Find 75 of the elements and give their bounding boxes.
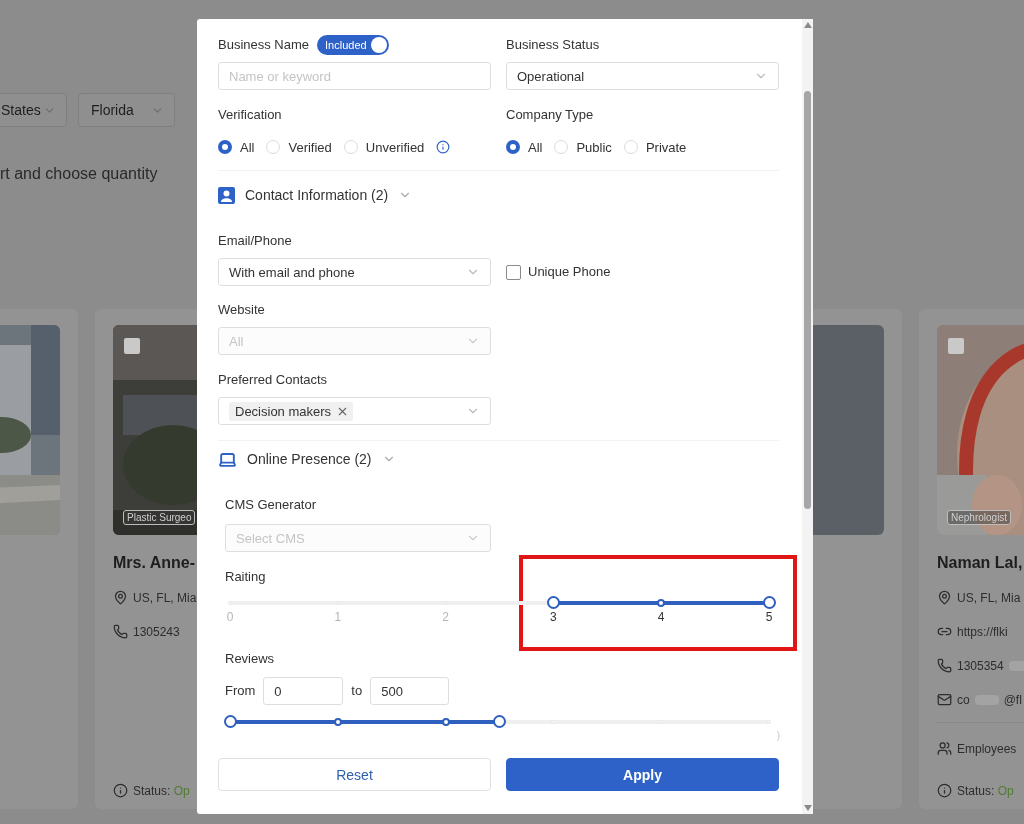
slider-handle[interactable] [546,596,560,609]
phone-text: 1305243 [133,624,180,639]
to-input[interactable]: 500 [370,677,450,705]
mail-icon [937,692,952,707]
scale-label: 2 [442,610,449,624]
business-name: Naman Lal, [937,554,1024,572]
field-label: Raiting [225,568,267,586]
card-checkbox[interactable] [948,338,964,354]
scrollbar-thumb[interactable] [804,91,811,509]
filter-select[interactable]: Florida [78,93,175,127]
phone-icon [113,624,128,639]
slider-handle[interactable] [223,715,237,728]
phone-text: 1305354 [957,658,1004,673]
radio-option[interactable]: Unverified [343,139,425,155]
field-label: From [225,682,256,700]
field-label: Website [218,301,266,319]
email-text: co [957,692,970,707]
from-input[interactable]: 0 [263,677,344,705]
radio-option[interactable]: All [506,139,543,155]
field-label: Business Name [218,36,310,54]
contact-card-icon [218,186,235,204]
radio-option[interactable]: Verified [266,139,332,155]
included-toggle[interactable]: Included [317,35,389,55]
location-text: US, FL, Mia [133,590,197,605]
instruction-text: rt and choose quantity [0,165,159,183]
location-text: US, FL, Mia [957,590,1021,605]
field-label: to [351,682,363,700]
scroll-down-icon[interactable] [804,805,812,811]
section-title[interactable]: Online Presence (2) [247,451,372,467]
radio-option[interactable]: Public [554,139,612,155]
phone-icon [937,658,952,673]
status-text: Status: Op [957,783,1014,798]
selected-tag[interactable]: Decision makers [229,401,354,421]
slider-handle[interactable] [493,715,506,728]
info-icon [937,783,952,798]
reset-button[interactable]: Reset [218,758,491,791]
filter-select[interactable]: States [0,93,67,127]
field-label: Reviews [225,650,276,668]
scale-label: 0 [226,610,234,624]
email-text: @fl [1003,692,1022,707]
section-title[interactable]: Contact Information (2) [245,187,389,203]
contacts-select[interactable]: Decision makers [218,397,491,425]
name-input[interactable]: Name or keyword [218,62,491,90]
people-icon [937,741,952,756]
info-icon [113,783,128,798]
field-label: Email/Phone [218,232,293,250]
field-label: CMS Generator [225,496,318,514]
employees-text: Employees [957,741,1017,756]
scale-label: 4 [657,610,665,624]
specialty-tag: Nephrologist [947,510,1012,525]
checkbox-label: Unique Phone [528,263,611,281]
checkbox[interactable] [506,264,521,280]
radio-option[interactable]: Private [623,139,687,155]
field-label: Verification [218,106,283,124]
status-text: Status: Op [133,783,190,798]
slider-handle[interactable] [762,596,776,609]
location-icon [113,590,128,605]
apply-button[interactable]: Apply [506,758,779,791]
scale-label: ) [776,730,780,741]
card-checkbox[interactable] [124,338,140,354]
field-label: Company Type [506,106,595,124]
scroll-up-icon[interactable] [804,22,812,28]
info-icon[interactable] [436,140,451,154]
location-icon [937,590,952,605]
website-link[interactable]: https://flki [957,624,1008,639]
radio-option[interactable]: All [218,139,255,155]
email-phone-select[interactable]: With email and phone [218,258,491,286]
scale-label: 3 [550,610,557,624]
specialty-tag: Plastic Surgeo [123,510,196,525]
field-label: Preferred Contacts [218,371,329,389]
scale-label: 1 [334,610,342,624]
field-label: Business Status [506,36,601,54]
scale-label: 5 [765,610,773,624]
status-select[interactable]: Operational [506,62,779,90]
business-name: Mrs. Anne- [113,554,197,572]
